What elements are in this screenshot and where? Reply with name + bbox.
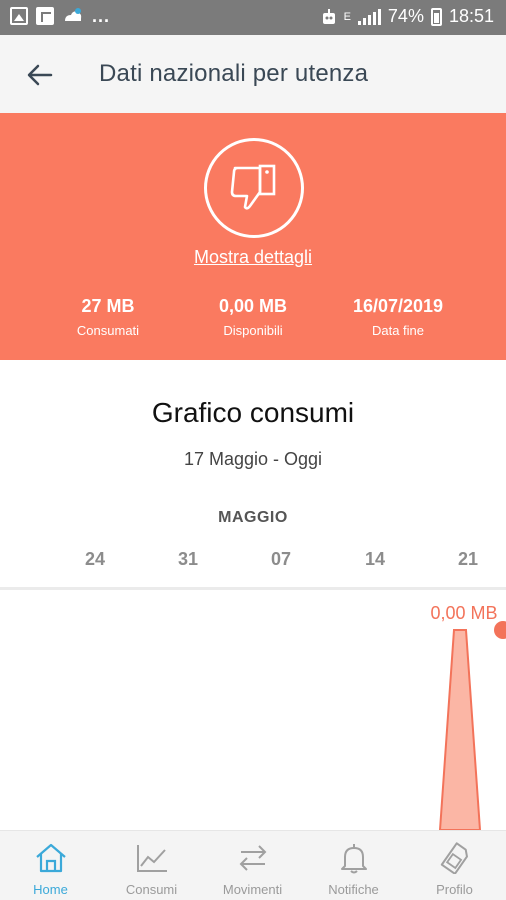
x-tick-label: 31 xyxy=(177,549,199,569)
data-label: 0,00 MB xyxy=(430,603,497,623)
bottom-navigation: Home Consumi Movimenti Notifiche Profilo xyxy=(0,830,506,900)
usage-chart[interactable]: 0,00 MB xyxy=(0,590,506,831)
thumbs-down-icon xyxy=(230,164,276,210)
app-bar: Dati nazionali per utenza xyxy=(0,35,506,113)
available-value: 0,00 MB xyxy=(218,296,288,316)
x-tick-label: 24 xyxy=(84,549,106,569)
nav-label: Profilo xyxy=(436,882,473,897)
gallery-icon xyxy=(10,7,28,25)
chart-period: 17 Maggio - Oggi xyxy=(183,449,323,469)
data-point[interactable] xyxy=(494,621,506,639)
arrow-left-icon xyxy=(27,64,53,86)
usage-summary-panel: Mostra dettagli 27 MB Consumati 0,00 MB … xyxy=(0,113,506,360)
nav-notifiche[interactable]: Notifiche xyxy=(303,831,404,900)
nav-label: Home xyxy=(33,882,68,897)
page-title: Dati nazionali per utenza xyxy=(99,60,369,87)
end-date-label: Data fine xyxy=(371,323,425,338)
status-badge xyxy=(204,138,304,238)
more-notifications: ... xyxy=(92,6,111,26)
usage-area xyxy=(438,629,482,831)
robot-icon xyxy=(322,8,335,24)
nav-consumi[interactable]: Consumi xyxy=(101,831,202,900)
nav-label: Notifiche xyxy=(328,882,379,897)
system-icons: E 74% 18:51 xyxy=(321,6,494,27)
clock: 18:51 xyxy=(448,6,494,26)
nav-label: Movimenti xyxy=(222,882,283,897)
battery-icon xyxy=(430,7,442,26)
home-icon xyxy=(33,841,69,875)
x-tick-label: 07 xyxy=(270,549,292,569)
status-bar: ... E 74% 18:51 xyxy=(0,0,506,35)
available-stat: 0,00 MB Disponibili xyxy=(183,296,323,338)
app-screen: ... E 74% 18:51 Dati nazionali per utenz… xyxy=(0,0,506,900)
notification-icons: ... xyxy=(10,7,110,25)
nav-profilo[interactable]: Profilo xyxy=(404,831,505,900)
consumed-stat: 27 MB Consumati xyxy=(38,296,178,338)
weather-icon xyxy=(65,8,82,21)
bell-icon xyxy=(336,841,372,875)
flipboard-icon xyxy=(36,7,54,25)
back-button[interactable] xyxy=(22,57,58,93)
nav-home[interactable]: Home xyxy=(0,831,101,900)
signal-icon xyxy=(357,8,381,25)
battery-percent: 74% xyxy=(387,6,424,26)
consumed-value: 27 MB xyxy=(81,296,135,316)
sim-card-icon xyxy=(437,841,473,875)
end-date-value: 16/07/2019 xyxy=(352,296,444,316)
available-label: Disponibili xyxy=(223,323,283,338)
chart-title: Grafico consumi xyxy=(151,397,355,428)
nav-label: Consumi xyxy=(125,882,178,897)
end-date-stat: 16/07/2019 Data fine xyxy=(328,296,468,338)
nav-movimenti[interactable]: Movimenti xyxy=(202,831,303,900)
show-details-link[interactable]: Mostra dettagli xyxy=(0,247,506,268)
x-tick-label: 21 xyxy=(457,549,479,569)
network-type: E xyxy=(343,10,351,23)
consumed-label: Consumati xyxy=(76,323,140,338)
swap-arrows-icon xyxy=(235,841,271,875)
x-tick-label: 14 xyxy=(364,549,386,569)
chart-month-label: MAGGIO xyxy=(218,509,288,526)
usage-chart-svg: 0,00 MB xyxy=(430,603,506,831)
line-chart-icon xyxy=(134,841,170,875)
